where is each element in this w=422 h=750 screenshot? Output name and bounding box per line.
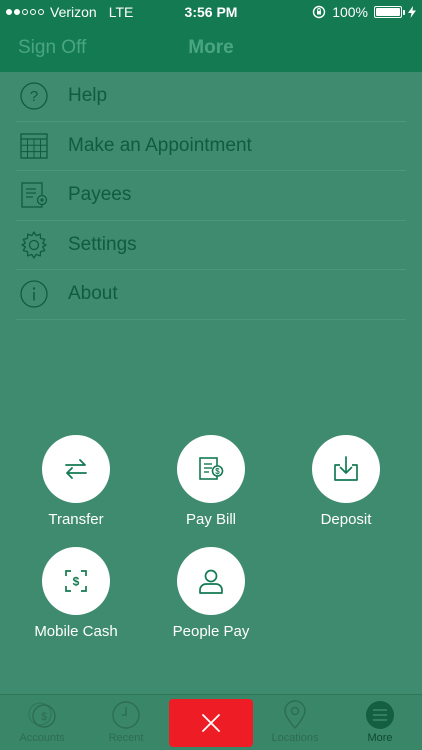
menu-item-about[interactable]: About (16, 270, 406, 320)
close-menu-button[interactable] (169, 699, 253, 747)
payees-icon (18, 179, 50, 211)
gear-icon (18, 229, 50, 261)
nav-bar: Sign Off More (0, 24, 422, 72)
tab-bar: $ Accounts Recent Locations More (0, 694, 422, 750)
tab-recent[interactable]: Recent (84, 695, 168, 750)
tab-label: Accounts (19, 732, 65, 744)
location-pin-icon (280, 700, 310, 730)
svg-text:?: ? (30, 88, 38, 105)
menu-item-label: Help (68, 85, 108, 107)
info-icon (18, 278, 50, 310)
transfer-icon (65, 459, 87, 479)
tab-accounts[interactable]: $ Accounts (0, 695, 84, 750)
battery-icon (374, 6, 405, 18)
more-menu: ? Help Make an Appointment Payees Settin… (0, 72, 422, 320)
orientation-lock-icon (312, 5, 326, 19)
svg-text:$: $ (73, 575, 80, 589)
tab-label: More (367, 732, 393, 744)
people-pay-button[interactable]: People Pay (151, 547, 271, 640)
action-label: Pay Bill (185, 511, 237, 528)
calendar-icon (18, 130, 50, 162)
deposit-button[interactable]: Deposit (286, 435, 406, 528)
action-label: Deposit (320, 511, 372, 528)
action-label: People Pay (172, 623, 250, 640)
battery-percent: 100% (332, 4, 368, 20)
mobile-cash-icon: $ (65, 570, 87, 592)
status-bar: Verizon LTE 3:56 PM 100% (0, 0, 422, 24)
menu-item-settings[interactable]: Settings (16, 221, 406, 270)
page-title: More (188, 37, 234, 58)
tab-more[interactable]: More (338, 695, 422, 750)
menu-item-appointment[interactable]: Make an Appointment (16, 122, 406, 171)
menu-item-label: Payees (68, 184, 132, 206)
svg-text:$: $ (215, 467, 220, 476)
deposit-icon (334, 456, 358, 481)
transfer-button[interactable]: Transfer (16, 435, 136, 528)
tab-label: Locations (271, 732, 319, 744)
mobile-cash-button[interactable]: $ Mobile Cash (16, 547, 136, 640)
action-label: Mobile Cash (34, 623, 118, 640)
menu-item-label: Settings (68, 233, 137, 255)
tab-locations[interactable]: Locations (253, 695, 337, 750)
action-label: Transfer (48, 511, 104, 528)
tab-label: Recent (108, 732, 144, 744)
charging-bolt-icon (408, 6, 416, 18)
person-icon (199, 569, 223, 594)
menu-item-label: About (68, 283, 118, 305)
menu-item-help[interactable]: ? Help (16, 72, 406, 122)
pay-bill-button[interactable]: $ Pay Bill (151, 435, 271, 528)
status-right: 100% (312, 4, 416, 20)
people-pay-circle[interactable] (177, 547, 245, 615)
mobile-cash-circle[interactable]: $ (42, 547, 110, 615)
menu-item-label: Make an Appointment (68, 134, 252, 156)
menu-item-payees[interactable]: Payees (16, 171, 406, 221)
transfer-circle[interactable] (42, 435, 110, 503)
pay-bill-icon: $ (199, 457, 224, 480)
svg-text:$: $ (41, 711, 47, 723)
clock-icon (111, 700, 141, 730)
question-icon: ? (18, 80, 50, 112)
menu-icon (365, 700, 395, 730)
accounts-icon: $ (27, 700, 57, 730)
deposit-circle[interactable] (312, 435, 380, 503)
close-icon (202, 714, 220, 732)
pay-bill-circle[interactable]: $ (177, 435, 245, 503)
